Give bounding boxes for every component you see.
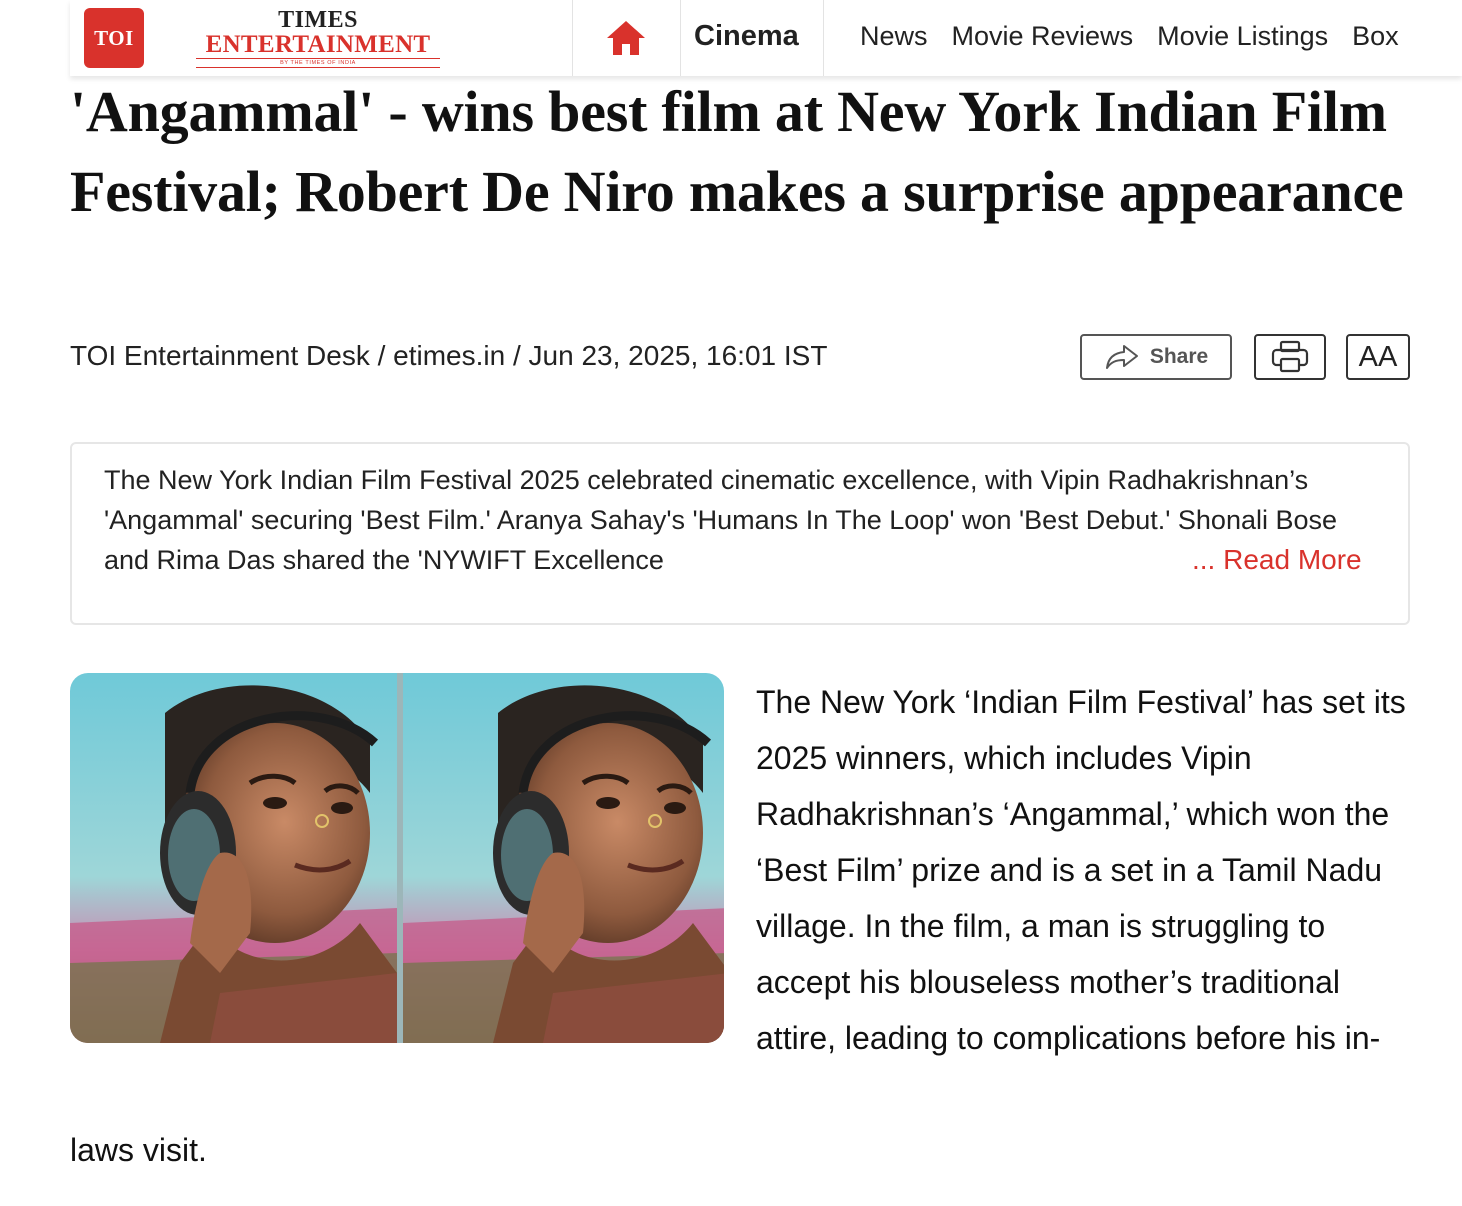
brand-sub-text: BY THE TIMES OF INDIA [196, 59, 440, 68]
share-arrow-icon [1105, 345, 1138, 369]
brand-main-text: ENTERTAINMENT [196, 32, 440, 59]
home-button[interactable] [604, 18, 648, 58]
nav-links: News Movie Reviews Movie Listings Box [860, 21, 1399, 52]
nav-divider [680, 0, 681, 76]
home-icon [607, 21, 645, 55]
nav-item-movie-reviews[interactable]: Movie Reviews [952, 21, 1134, 52]
nav-item-cinema[interactable]: Cinema [694, 20, 799, 53]
article-body-continued: laws visit. [70, 1132, 207, 1168]
print-button[interactable] [1254, 334, 1326, 380]
share-label: Share [1149, 345, 1209, 368]
article-headline: 'Angammal' - wins best film at New York … [70, 79, 1404, 224]
article-body-paragraph: The New York ‘Indian Film Festival’ has … [756, 684, 1406, 1056]
read-more-link[interactable]: ... Read More [1186, 540, 1362, 580]
brand-top-text: TIMES [278, 7, 358, 33]
angammal-still-image [70, 673, 724, 1043]
top-navigation-bar: TOI TIMES ENTERTAINMENT BY THE TIMES OF … [70, 0, 1462, 76]
article-summary-box: The New York Indian Film Festival 2025 c… [70, 442, 1410, 625]
article-byline: TOI Entertainment Desk / etimes.in / Jun… [70, 340, 828, 371]
summary-text: The New York Indian Film Festival 2025 c… [104, 465, 1338, 575]
nav-item-news[interactable]: News [860, 21, 928, 52]
times-entertainment-logo[interactable]: TIMES ENTERTAINMENT BY THE TIMES OF INDI… [196, 8, 440, 68]
printer-icon [1271, 340, 1309, 373]
article-image[interactable] [70, 673, 724, 1043]
nav-item-box-office[interactable]: Box [1352, 21, 1399, 52]
font-size-button[interactable]: AA [1346, 334, 1410, 380]
share-button[interactable]: Share [1080, 334, 1232, 380]
nav-item-movie-listings[interactable]: Movie Listings [1157, 21, 1328, 52]
nav-divider [572, 0, 573, 76]
nav-divider [823, 0, 824, 76]
toi-logo[interactable]: TOI [84, 8, 144, 68]
